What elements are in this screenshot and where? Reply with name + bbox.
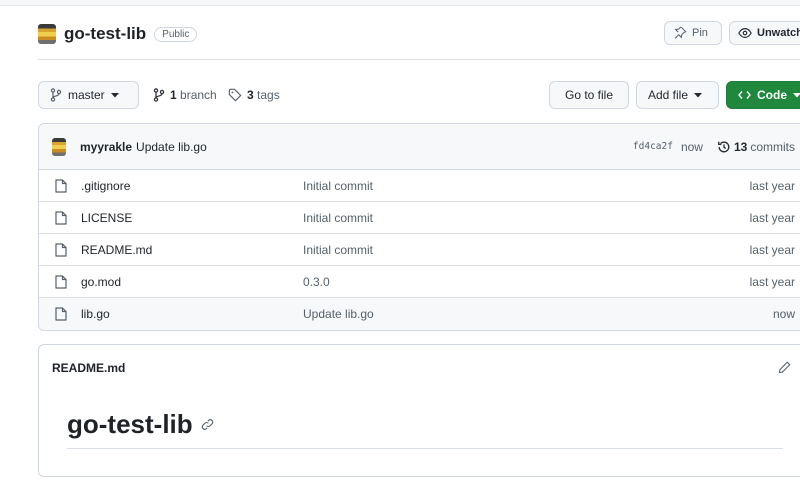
- file-name[interactable]: README.md: [81, 243, 303, 257]
- branch-icon: [153, 88, 165, 102]
- visibility-badge: Public: [154, 26, 198, 42]
- file-commit-message[interactable]: Initial commit: [303, 243, 715, 257]
- branch-count: 1: [170, 88, 177, 102]
- file-age: last year: [749, 274, 795, 289]
- file-row[interactable]: .gitignore Initial commit last year: [39, 170, 800, 202]
- add-file-button[interactable]: Add file: [636, 81, 719, 109]
- tag-count-label: tags: [257, 88, 280, 102]
- readme-header: README.md: [39, 345, 800, 391]
- file-icon: [55, 307, 67, 321]
- readme-heading-text: go-test-lib: [67, 409, 193, 439]
- pin-icon: [673, 26, 687, 40]
- file-age: last year: [749, 242, 795, 257]
- commit-count-label: commits: [750, 139, 795, 154]
- file-name[interactable]: LICENSE: [81, 211, 303, 225]
- repo-name[interactable]: go-test-lib: [64, 24, 146, 44]
- file-listing: myyrakle Update lib.go fd4ca2f now 13 co…: [38, 123, 800, 331]
- commit-author[interactable]: myyrakle: [80, 140, 132, 154]
- file-row[interactable]: README.md Initial commit last year: [39, 234, 800, 266]
- branch-name: master: [68, 88, 105, 102]
- tag-icon: [228, 88, 242, 102]
- branch-icon: [50, 88, 62, 102]
- file-icon: [55, 274, 67, 289]
- tag-count: 3: [247, 88, 254, 102]
- file-commit-message[interactable]: 0.3.0: [303, 275, 715, 289]
- file-row[interactable]: go.mod 0.3.0 last year: [39, 266, 800, 298]
- file-name[interactable]: .gitignore: [81, 179, 303, 193]
- commit-time: now: [680, 139, 703, 154]
- eye-icon: [738, 27, 752, 39]
- file-commit-message[interactable]: Initial commit: [303, 179, 715, 193]
- pin-button[interactable]: Pin: [664, 21, 722, 45]
- go-to-file-button[interactable]: Go to file: [549, 81, 629, 109]
- tags-link[interactable]: 3 tags: [228, 81, 280, 109]
- branch-count-label: branch: [180, 88, 217, 102]
- repo-header: go-test-lib Public: [38, 22, 198, 46]
- add-file-label: Add file: [648, 88, 689, 102]
- code-icon: [738, 90, 751, 100]
- file-age: last year: [749, 178, 795, 193]
- latest-commit-bar: myyrakle Update lib.go fd4ca2f now 13 co…: [39, 124, 800, 170]
- commit-message[interactable]: Update lib.go: [136, 140, 207, 154]
- file-icon: [55, 242, 67, 257]
- readme-panel: README.md go-test-lib: [38, 344, 800, 477]
- link-icon[interactable]: [201, 418, 214, 431]
- code-label: Code: [757, 88, 787, 102]
- unwatch-label: Unwatch: [757, 27, 800, 39]
- file-row[interactable]: lib.go Update lib.go now: [39, 298, 800, 330]
- go-to-file-label: Go to file: [564, 88, 614, 102]
- file-age: last year: [749, 210, 795, 225]
- file-age: now: [772, 307, 795, 321]
- file-commit-message[interactable]: Initial commit: [303, 211, 715, 225]
- file-row[interactable]: LICENSE Initial commit last year: [39, 202, 800, 234]
- history-icon: [717, 140, 731, 154]
- file-icon: [55, 178, 67, 193]
- commit-count: 13: [733, 139, 748, 154]
- repo-avatar-icon[interactable]: [38, 24, 56, 44]
- file-icon: [55, 210, 67, 225]
- file-rows: .gitignore Initial commit last year LICENSE…: [39, 170, 800, 330]
- pin-label: Pin: [692, 27, 708, 39]
- commit-sha[interactable]: fd4ca2f: [633, 141, 673, 152]
- file-name[interactable]: lib.go: [81, 307, 303, 321]
- unwatch-button[interactable]: Unwatch: [729, 21, 800, 45]
- commits-link[interactable]: 13 commits: [717, 140, 795, 154]
- author-avatar[interactable]: [52, 137, 66, 156]
- readme-heading-rule: [67, 448, 783, 449]
- code-button[interactable]: Code: [726, 81, 800, 109]
- file-commit-message[interactable]: Update lib.go: [303, 307, 715, 321]
- caret-down-icon: [793, 92, 800, 98]
- top-border: [0, 0, 800, 6]
- branch-select-button[interactable]: master: [38, 81, 139, 109]
- pencil-icon[interactable]: [778, 361, 791, 374]
- caret-down-icon: [110, 92, 119, 98]
- readme-filename[interactable]: README.md: [52, 361, 125, 375]
- readme-heading: go-test-lib: [67, 409, 214, 440]
- caret-down-icon: [694, 92, 703, 98]
- branches-link[interactable]: 1 branch: [153, 81, 217, 109]
- file-name[interactable]: go.mod: [81, 275, 303, 289]
- header-divider: [38, 59, 800, 60]
